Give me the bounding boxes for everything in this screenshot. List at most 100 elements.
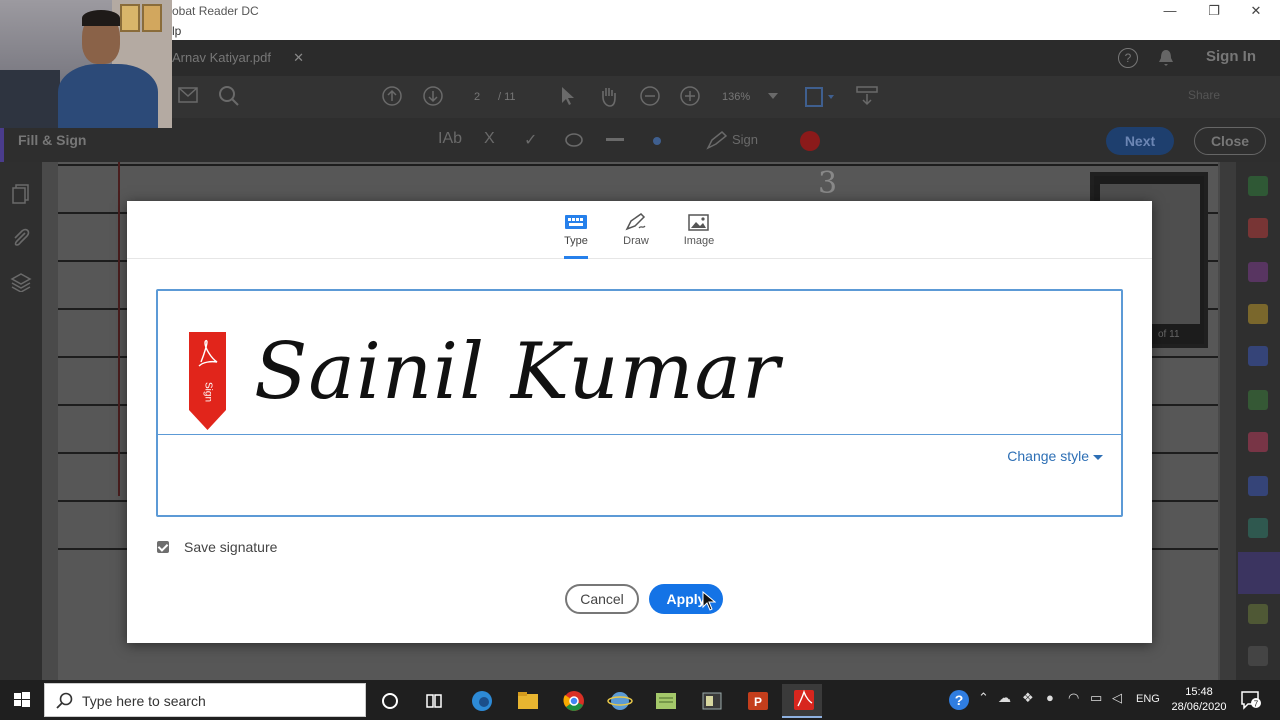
flag-sign-text: Sign — [203, 382, 214, 402]
send-for-signature-icon[interactable] — [1238, 552, 1280, 594]
zoom-out-icon[interactable] — [640, 86, 660, 106]
notifications-icon[interactable]: 7 — [1240, 690, 1262, 710]
email-icon[interactable] — [178, 87, 198, 103]
input-language[interactable]: ENG — [1136, 693, 1160, 705]
tab-image-label: Image — [683, 235, 715, 247]
select-tool-icon[interactable] — [560, 86, 576, 106]
zoom-in-icon[interactable] — [680, 86, 700, 106]
webcam-overlay — [0, 0, 172, 128]
powerpoint-icon[interactable]: P — [738, 684, 778, 718]
organize-pages-icon[interactable] — [1248, 390, 1268, 410]
acrobat-reader-icon[interactable] — [782, 684, 822, 718]
battery-icon[interactable]: ▭ — [1090, 690, 1102, 706]
cancel-button[interactable]: Cancel — [565, 584, 639, 614]
task-view-icon[interactable] — [414, 684, 454, 718]
wifi-icon[interactable]: ◠ — [1068, 690, 1079, 706]
notification-count: 7 — [1254, 700, 1259, 709]
chrome-browser-icon[interactable] — [554, 684, 594, 718]
color-picker-icon[interactable] — [800, 131, 820, 151]
document-tabbar: Arnav Katiyar.pdf ✕ — [0, 40, 1280, 76]
onedrive-icon[interactable]: ☁ — [998, 690, 1011, 706]
webcam-frame-picture — [142, 4, 162, 32]
layers-icon[interactable] — [10, 272, 32, 292]
scroll-mode-icon[interactable] — [856, 86, 878, 106]
previous-page-icon[interactable] — [382, 86, 402, 106]
zoom-level[interactable]: 136% — [722, 88, 750, 106]
taskbar-search-box[interactable]: Type here to search — [44, 683, 366, 717]
volume-icon[interactable]: ◁ — [1112, 690, 1122, 706]
help-icon[interactable]: ? — [1118, 48, 1138, 68]
tools-wrench-icon[interactable] — [1248, 646, 1268, 666]
microphone-icon[interactable]: ● — [1046, 690, 1054, 705]
fit-page-icon[interactable] — [804, 84, 834, 108]
tab-draw[interactable]: Draw — [611, 211, 661, 259]
page-number-input[interactable]: 2 — [462, 88, 492, 106]
bell-icon[interactable] — [1158, 49, 1174, 67]
more-tools-icon[interactable] — [1248, 604, 1268, 624]
line-tool-icon[interactable] — [606, 138, 626, 142]
restore-button[interactable]: ❐ — [1202, 2, 1226, 20]
signature-baseline — [158, 434, 1121, 435]
document-tab[interactable]: Arnav Katiyar.pdf ✕ — [172, 40, 312, 76]
tab-type[interactable]: Type — [551, 211, 601, 259]
sticky-app-icon[interactable] — [692, 684, 732, 718]
hand-tool-icon[interactable] — [598, 85, 620, 107]
next-page-icon[interactable] — [423, 86, 443, 106]
margin-line — [118, 162, 120, 496]
search-icon[interactable] — [218, 85, 240, 107]
optimize-icon[interactable] — [1248, 518, 1268, 538]
share-button[interactable]: Share — [1188, 88, 1220, 102]
svg-text:?: ? — [955, 692, 964, 708]
sign-pen-icon[interactable] — [706, 130, 728, 150]
cortana-icon[interactable] — [370, 684, 410, 718]
notes-app-icon[interactable] — [646, 684, 686, 718]
change-style-dropdown[interactable]: Change style — [1007, 448, 1103, 464]
circle-tool-icon[interactable] — [564, 133, 584, 147]
combine-files-icon[interactable] — [1248, 346, 1268, 366]
save-signature-label: Save signature — [184, 539, 278, 555]
zoom-chevron-down-icon[interactable] — [768, 93, 778, 99]
signature-input-box[interactable]: Sign Sainil Kumar Change style — [156, 289, 1123, 517]
taskbar-clock[interactable]: 15:48 28/06/2020 — [1166, 685, 1232, 715]
edit-pdf-icon[interactable] — [1248, 218, 1268, 238]
typed-signature: Sainil Kumar — [254, 327, 781, 417]
tab-close-icon[interactable]: ✕ — [293, 40, 304, 76]
window-close-button[interactable]: ✕ — [1244, 2, 1268, 20]
document-tab-label: Arnav Katiyar.pdf — [172, 50, 271, 65]
sign-tool-label[interactable]: Sign — [732, 132, 758, 147]
webcam-shelf — [0, 70, 60, 128]
clock-time: 15:48 — [1185, 686, 1213, 698]
webcam-frame-picture — [120, 4, 140, 32]
tab-draw-label: Draw — [623, 235, 649, 247]
comment-icon[interactable] — [1248, 304, 1268, 324]
next-button[interactable]: Next — [1106, 127, 1174, 155]
fill-sign-bar: Fill & Sign — [0, 118, 1280, 162]
show-hidden-icons-icon[interactable]: ⌃ — [978, 690, 989, 706]
menu-help[interactable]: lp — [172, 24, 181, 38]
page-total: / 11 — [498, 91, 516, 103]
attachment-icon[interactable] — [11, 227, 31, 247]
windows-start-icon[interactable] — [0, 680, 44, 720]
help-tray-icon[interactable]: ? — [948, 689, 970, 711]
fill-sign-tool-icon[interactable] — [1248, 432, 1268, 452]
cross-tool[interactable]: X — [484, 130, 495, 148]
sign-in-link[interactable]: Sign In — [1206, 48, 1256, 65]
tab-image[interactable]: Image — [674, 211, 724, 259]
pages-icon[interactable] — [11, 184, 31, 204]
close-fill-sign-button[interactable]: Close — [1194, 127, 1266, 155]
add-text-tool[interactable]: IAb — [438, 130, 462, 148]
minimize-button[interactable]: — — [1158, 2, 1182, 20]
dropbox-icon[interactable]: ❖ — [1022, 690, 1034, 706]
signature-mode-tabs: Type Draw Image — [127, 201, 1152, 259]
dot-tool-icon[interactable] — [652, 136, 662, 146]
edge-browser-icon[interactable] — [462, 684, 502, 718]
file-explorer-icon[interactable] — [508, 684, 548, 718]
protect-icon[interactable] — [1248, 476, 1268, 496]
export-pdf-icon[interactable] — [1248, 262, 1268, 282]
save-signature-checkbox[interactable] — [157, 541, 169, 553]
create-pdf-icon[interactable] — [1248, 176, 1268, 196]
checkmark-tool[interactable]: ✓ — [524, 130, 537, 150]
taskbar-search-placeholder: Type here to search — [82, 693, 206, 709]
internet-explorer-icon[interactable] — [600, 684, 640, 718]
windows-taskbar: Type here to search P ? ⌃ ☁ ❖ ● ◠ ▭ ◁ EN… — [0, 680, 1280, 720]
